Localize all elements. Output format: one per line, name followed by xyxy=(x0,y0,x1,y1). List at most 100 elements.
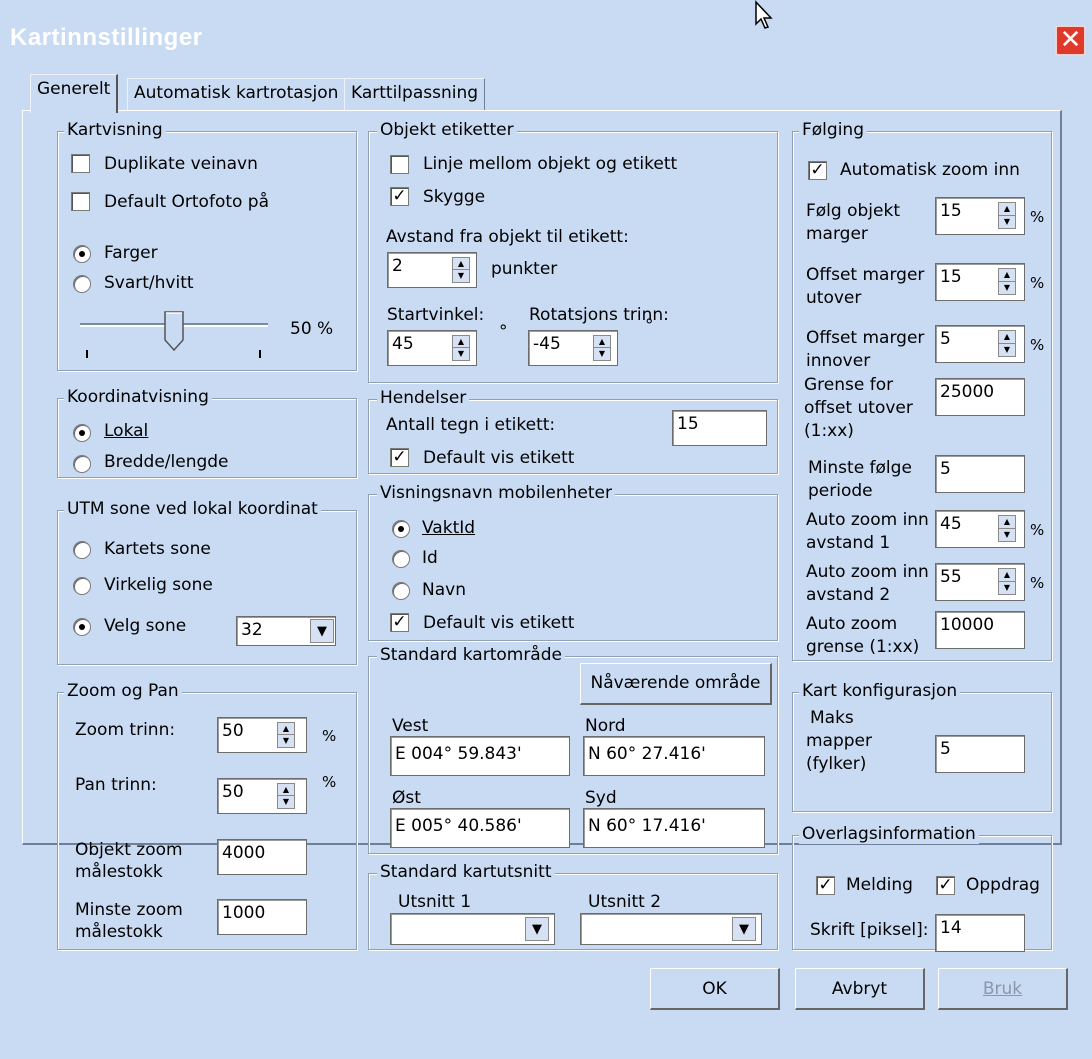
group-label-koordinatvisning: Koordinatvisning xyxy=(64,387,212,407)
antall-tegn-field[interactable]: 15 xyxy=(672,410,767,446)
vaktid-label: VaktId xyxy=(422,518,476,538)
visning-default-vis-label: Default vis etikett xyxy=(423,613,575,633)
skygge-label: Skygge xyxy=(423,187,486,207)
linje-checkbox[interactable] xyxy=(390,155,409,174)
velg-sone-label: Velg sone xyxy=(104,616,187,636)
auto-zoom-2-label-2: avstand 2 xyxy=(806,585,891,605)
offset-innover-spinner[interactable]: ▲ ▼ xyxy=(998,330,1016,357)
syd-label: Syd xyxy=(585,788,617,808)
tab-karttilpassning[interactable]: Karttilpassning xyxy=(344,78,486,111)
kartets-sone-radio[interactable] xyxy=(73,541,91,559)
utsnitt1-label: Utsnitt 1 xyxy=(398,892,472,912)
minste-folge-label-2: periode xyxy=(808,481,873,501)
vaktid-radio[interactable] xyxy=(392,520,410,538)
auto-zoom-grense-field[interactable]: 10000 xyxy=(935,611,1025,649)
startvinkel-deg: ° xyxy=(499,322,508,342)
duplikate-veinavn-label: Duplikate veinavn xyxy=(104,154,258,174)
id-label: Id xyxy=(422,548,438,568)
avbryt-button[interactable]: Avbryt xyxy=(795,968,925,1010)
offset-innover-value: 5 xyxy=(940,329,951,349)
offset-utover-pct: % xyxy=(1030,274,1045,292)
avstand-label: Avstand fra objekt til etikett: xyxy=(386,227,629,247)
bredde-lengde-radio[interactable] xyxy=(73,455,91,473)
hendelser-default-vis-checkbox[interactable]: ✓ xyxy=(390,448,409,467)
rotasjon-spinner[interactable]: ▲ ▼ xyxy=(593,335,611,361)
slider-value: 50 % xyxy=(290,319,334,339)
syd-field[interactable]: N 60° 17.416' xyxy=(583,808,765,848)
startvinkel-spinner[interactable]: ▲ ▼ xyxy=(452,335,470,361)
mouse-cursor-icon xyxy=(755,0,773,29)
maks-mapper-field[interactable]: 5 xyxy=(935,735,1025,773)
navaerende-omrade-button[interactable]: Nåværende område xyxy=(580,663,772,705)
startvinkel-value: 45 xyxy=(392,334,414,354)
folg-objekt-label-2: marger xyxy=(806,224,868,244)
farger-radio[interactable] xyxy=(73,245,91,263)
oppdrag-label: Oppdrag xyxy=(966,875,1040,895)
maks-label-3: (fylker) xyxy=(806,754,867,774)
bruk-button[interactable]: Bruk xyxy=(938,968,1068,1010)
objekt-zoom-label-line2: målestokk xyxy=(75,862,163,882)
close-icon[interactable]: ✕ xyxy=(1055,25,1086,56)
skrift-field[interactable]: 14 xyxy=(935,914,1025,952)
automatisk-zoom-inn-label: Automatisk zoom inn xyxy=(840,160,1020,180)
tab-generelt[interactable]: Generelt xyxy=(30,74,119,113)
punkter-label: punkter xyxy=(491,259,558,279)
group-label-folging: Følging xyxy=(799,120,867,140)
auto-zoom-2-label-1: Auto zoom inn xyxy=(806,562,929,582)
grense-label-3: (1:xx) xyxy=(804,421,854,441)
slider-thumb[interactable] xyxy=(163,310,185,352)
auto-zoom-2-pct: % xyxy=(1030,574,1045,592)
maks-label-1: Maks xyxy=(810,708,854,728)
group-label-kart-konfigurasjon: Kart konfigurasjon xyxy=(799,681,961,701)
pan-trinn-spinner[interactable]: ▲ ▼ xyxy=(277,783,295,809)
vest-field[interactable]: E 004° 59.843' xyxy=(390,736,570,776)
auto-zoom-2-spinner[interactable]: ▲ ▼ xyxy=(998,568,1016,595)
visning-default-vis-checkbox[interactable]: ✓ xyxy=(390,613,409,632)
ok-button[interactable]: OK xyxy=(650,968,780,1010)
default-ortofoto-label: Default Ortofoto på xyxy=(104,192,270,212)
svart-hvitt-radio[interactable] xyxy=(73,275,91,293)
avstand-spinner[interactable]: ▲ ▼ xyxy=(452,257,470,283)
farger-label: Farger xyxy=(104,243,158,263)
virkelig-sone-radio[interactable] xyxy=(73,577,91,595)
grense-field[interactable]: 25000 xyxy=(935,378,1025,416)
id-radio[interactable] xyxy=(392,550,410,568)
ost-field[interactable]: E 005° 40.586' xyxy=(390,808,570,848)
oppdrag-checkbox[interactable]: ✓ xyxy=(936,876,955,895)
objekt-zoom-label-line1: Objekt zoom xyxy=(75,840,183,860)
default-ortofoto-checkbox[interactable] xyxy=(71,192,90,211)
lokal-radio[interactable] xyxy=(73,424,91,442)
folg-objekt-spinner[interactable]: ▲ ▼ xyxy=(998,202,1016,229)
automatisk-zoom-inn-checkbox[interactable]: ✓ xyxy=(808,161,827,180)
offset-utover-label-1: Offset marger xyxy=(806,265,925,285)
minste-folge-field[interactable]: 5 xyxy=(935,455,1025,493)
group-label-kartvisning: Kartvisning xyxy=(64,120,166,140)
group-label-zoom-og-pan: Zoom og Pan xyxy=(64,681,182,701)
auto-zoom-1-spinner[interactable]: ▲ ▼ xyxy=(998,515,1016,542)
antall-tegn-label: Antall tegn i etikett: xyxy=(386,415,556,435)
navn-radio[interactable] xyxy=(392,582,410,600)
velg-sone-radio[interactable] xyxy=(73,618,91,636)
sone-select-value: 32 xyxy=(241,620,263,640)
auto-zoom-grense-label-2: grense (1:xx) xyxy=(806,637,920,657)
offset-utover-spinner[interactable]: ▲ ▼ xyxy=(998,268,1016,295)
objekt-zoom-field[interactable]: 4000 xyxy=(217,839,307,875)
tab-automatisk-kartrotasjon[interactable]: Automatisk kartrotasjon xyxy=(127,78,346,111)
minste-zoom-field[interactable]: 1000 xyxy=(217,899,307,935)
grense-label-1: Grense for xyxy=(804,375,894,395)
zoom-trinn-value: 50 xyxy=(222,721,244,741)
auto-zoom-1-pct: % xyxy=(1030,521,1045,539)
svart-hvitt-label: Svart/hvitt xyxy=(104,273,194,293)
duplikate-veinavn-checkbox[interactable] xyxy=(71,154,90,173)
skygge-checkbox[interactable]: ✓ xyxy=(390,187,409,206)
chevron-down-icon[interactable]: ▼ xyxy=(310,619,334,643)
utsnitt2-chevron-down-icon[interactable]: ▼ xyxy=(732,917,756,941)
utsnitt1-chevron-down-icon[interactable]: ▼ xyxy=(525,917,549,941)
group-label-standard-kartomrade: Standard kartområde xyxy=(377,645,565,665)
slider-tick-min xyxy=(86,350,88,358)
auto-zoom-1-label-1: Auto zoom inn xyxy=(806,510,929,530)
melding-checkbox[interactable]: ✓ xyxy=(816,876,835,895)
zoom-trinn-spinner[interactable]: ▲ ▼ xyxy=(277,722,295,748)
folg-objekt-value: 15 xyxy=(940,201,962,221)
nord-field[interactable]: N 60° 27.416' xyxy=(583,736,765,776)
